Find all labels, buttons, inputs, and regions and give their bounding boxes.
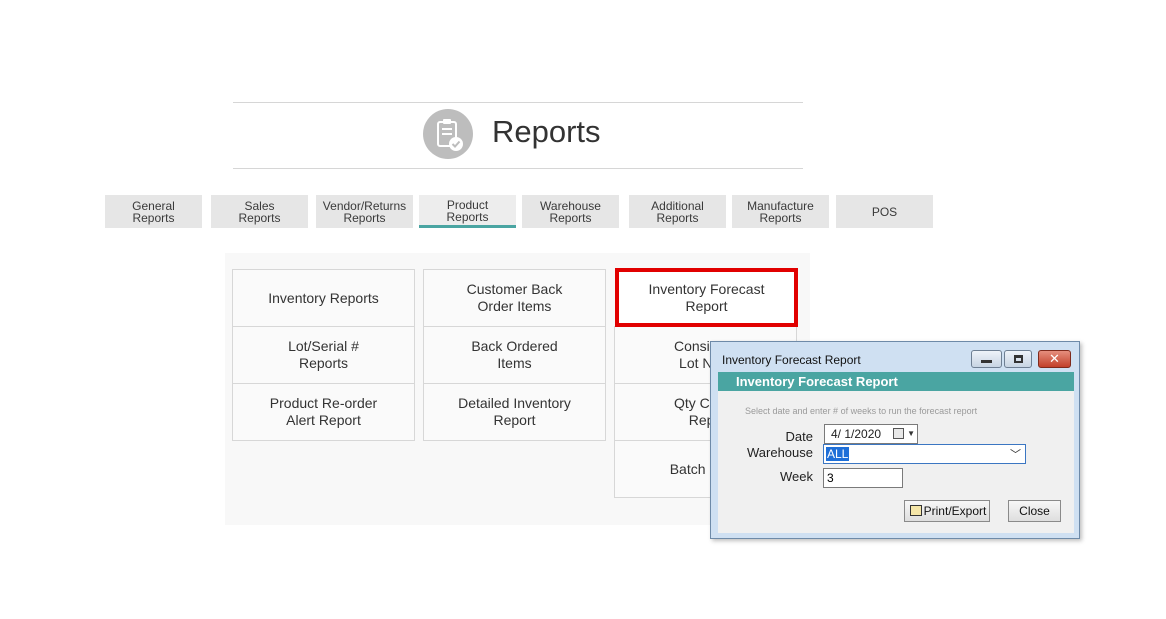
tab-vendor-returns-reports[interactable]: Vendor/Returns Reports (316, 195, 413, 228)
tab-pos[interactable]: POS (836, 195, 933, 228)
clipboard-check-icon (423, 109, 473, 159)
dialog-body: Inventory Forecast Report Select date an… (718, 372, 1074, 533)
close-icon: ✕ (1049, 351, 1060, 366)
tab-sales-reports[interactable]: Sales Reports (211, 195, 308, 228)
warehouse-label: Warehouse (747, 445, 813, 460)
week-label: Week (780, 469, 813, 484)
dialog-header: Inventory Forecast Report (718, 372, 1074, 391)
maximize-icon (1014, 355, 1023, 363)
minimize-button[interactable] (971, 350, 1002, 368)
dialog-window-title: Inventory Forecast Report (722, 353, 861, 367)
chevron-down-icon: ﹀ (1010, 449, 1021, 461)
header-divider-top (233, 102, 803, 103)
header-divider-bottom (233, 168, 803, 169)
tab-general-reports[interactable]: General Reports (105, 195, 202, 228)
print-export-label: Print/Export (923, 504, 987, 518)
card-customer-back-order-items[interactable]: Customer Back Order Items (423, 269, 606, 327)
warehouse-value: ALL (826, 447, 850, 461)
date-picker[interactable]: 4/ 1/2020 ▼ (824, 424, 918, 444)
chevron-down-icon: ▼ (907, 429, 915, 438)
printer-icon (910, 505, 922, 516)
date-value: 4/ 1/2020 (831, 427, 882, 441)
inventory-forecast-dialog: Inventory Forecast Report ✕ Inventory Fo… (710, 341, 1080, 539)
card-detailed-inventory-report[interactable]: Detailed Inventory Report (423, 383, 606, 441)
close-button[interactable]: Close (1008, 500, 1061, 522)
tab-additional-reports[interactable]: Additional Reports (629, 195, 726, 228)
date-label: Date (785, 429, 813, 444)
card-product-reorder-alert-report[interactable]: Product Re-order Alert Report (232, 383, 415, 441)
dialog-hint: Select date and enter # of weeks to run … (745, 406, 978, 416)
card-inventory-forecast-report[interactable]: Inventory Forecast Report (615, 268, 798, 327)
print-export-button[interactable]: Print/Export (904, 500, 990, 522)
tab-manufacture-reports[interactable]: Manufacture Reports (732, 195, 829, 228)
page-title: Reports (492, 114, 601, 149)
minimize-icon (981, 360, 992, 363)
card-back-ordered-items[interactable]: Back Ordered Items (423, 326, 606, 384)
tab-product-reports[interactable]: Product Reports (419, 195, 516, 228)
maximize-button[interactable] (1004, 350, 1032, 368)
card-lot-serial-reports[interactable]: Lot/Serial # Reports (232, 326, 415, 384)
window-close-button[interactable]: ✕ (1038, 350, 1071, 368)
card-inventory-reports[interactable]: Inventory Reports (232, 269, 415, 327)
calendar-icon (893, 428, 904, 439)
warehouse-select[interactable]: ALL ﹀ (823, 444, 1026, 464)
week-input[interactable]: 3 (823, 468, 903, 488)
tab-warehouse-reports[interactable]: Warehouse Reports (522, 195, 619, 228)
